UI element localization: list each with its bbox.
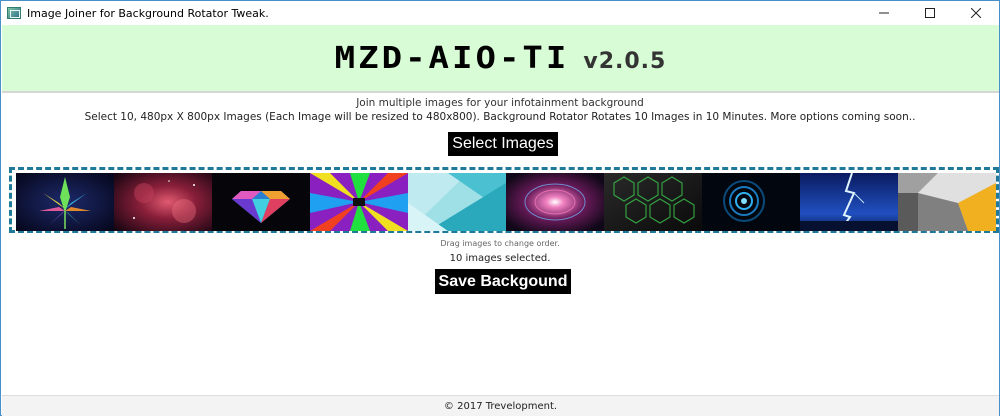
save-background-button[interactable]: Save Backgound xyxy=(435,269,571,294)
diamond-image xyxy=(212,173,310,231)
app-window: Image Joiner for Background Rotator Twea… xyxy=(0,0,1000,416)
hexagon-pattern-image xyxy=(604,173,702,231)
material-design-image xyxy=(408,173,506,231)
cannabis-leaf-image xyxy=(16,173,114,231)
app-icon xyxy=(7,7,21,19)
thumbnail-5[interactable] xyxy=(408,173,506,231)
copyright-text: © 2017 Trevelopment. xyxy=(443,400,558,412)
thumbnail-6[interactable] xyxy=(506,173,604,231)
thumbnail-7[interactable] xyxy=(604,173,702,231)
version-label: v2.0.5 xyxy=(583,48,667,74)
nebula-image xyxy=(114,173,212,231)
app-logo: MZD-AIO-TI xyxy=(334,40,570,76)
thumbnail-8[interactable] xyxy=(702,173,800,231)
minimize-button[interactable] xyxy=(861,1,907,25)
thumbnail-1[interactable] xyxy=(16,173,114,231)
plasma-burst-image xyxy=(506,173,604,231)
lightning-image xyxy=(800,173,898,231)
window-controls xyxy=(861,1,999,25)
maximize-icon xyxy=(925,8,935,18)
thumbnail-9[interactable] xyxy=(800,173,898,231)
instructions-text: Select 10, 480px X 800px Images (Each Im… xyxy=(84,111,916,123)
minimize-icon xyxy=(879,12,889,14)
close-icon xyxy=(971,8,981,18)
footer: © 2017 Trevelopment. xyxy=(2,395,999,416)
thumbnail-4[interactable] xyxy=(310,173,408,231)
selection-count: 10 images selected. xyxy=(449,253,551,264)
geometric-blocks-image xyxy=(898,173,996,231)
app-header: MZD-AIO-TI v2.0.5 xyxy=(2,25,999,93)
select-images-button[interactable]: Select Images xyxy=(448,132,558,156)
thumbnail-10[interactable] xyxy=(898,173,996,231)
image-strip[interactable] xyxy=(9,167,999,233)
close-button[interactable] xyxy=(953,1,999,25)
blue-swirl-image xyxy=(702,173,800,231)
psychedelic-tunnel-image xyxy=(310,173,408,231)
maximize-button[interactable] xyxy=(907,1,953,25)
window-title: Image Joiner for Background Rotator Twea… xyxy=(27,6,269,20)
title-bar[interactable]: Image Joiner for Background Rotator Twea… xyxy=(1,1,999,25)
thumbnail-2[interactable] xyxy=(114,173,212,231)
page-subtitle: Join multiple images for your infotainme… xyxy=(356,97,644,109)
thumbnail-3[interactable] xyxy=(212,173,310,231)
drag-hint: Drag images to change order. xyxy=(440,239,560,248)
